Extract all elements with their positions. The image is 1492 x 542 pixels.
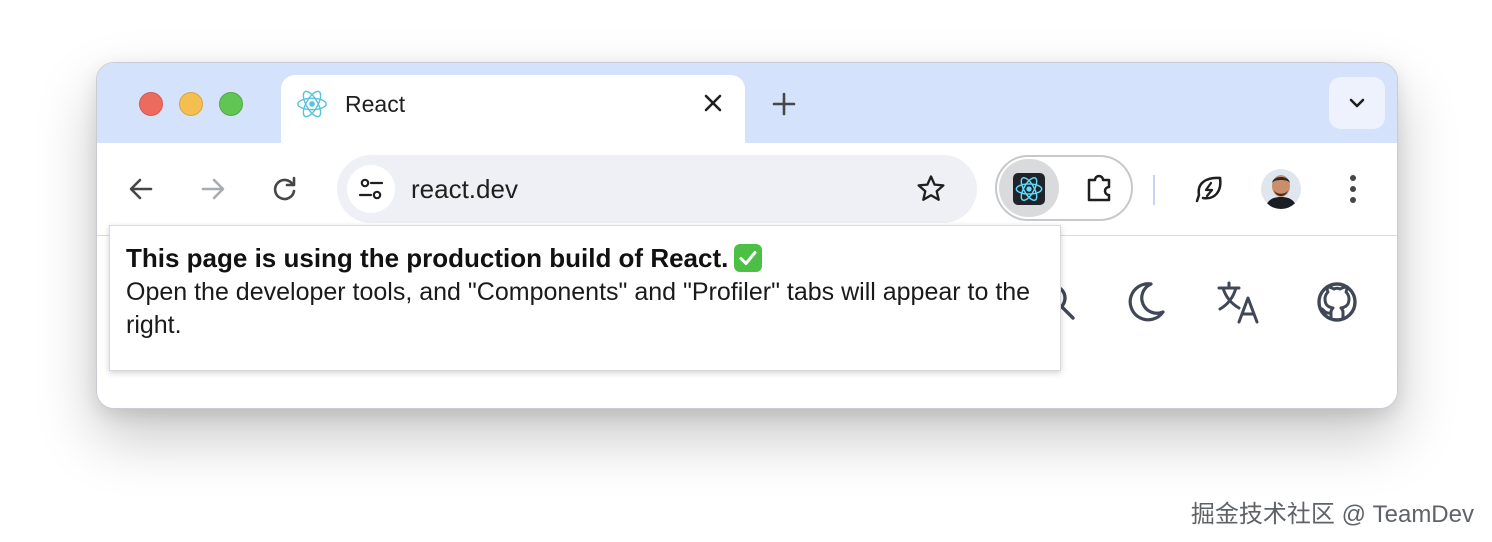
minimize-window-button[interactable] (179, 92, 203, 116)
reload-icon[interactable] (269, 173, 301, 205)
address-bar[interactable]: react.dev (337, 155, 977, 223)
react-devtools-icon (1013, 173, 1045, 205)
close-icon[interactable] (699, 89, 727, 117)
toolbar-divider (1153, 175, 1155, 205)
arrow-left-icon[interactable] (125, 173, 157, 205)
site-info-button[interactable] (347, 165, 395, 213)
tab-search-button[interactable] (1329, 77, 1385, 129)
extensions-group (995, 155, 1133, 221)
plus-icon[interactable] (769, 89, 799, 119)
popup-body: Open the developer tools, and "Component… (126, 278, 1031, 339)
star-icon[interactable] (915, 173, 947, 205)
avatar[interactable] (1261, 169, 1301, 209)
browser-window: React react.dev This page is using the p… (96, 62, 1398, 409)
url-text[interactable]: react.dev (411, 174, 518, 205)
moon-icon[interactable] (1121, 278, 1169, 326)
extension-popup: This page is using the production build … (109, 225, 1061, 371)
lightning-leaf-icon[interactable] (1191, 171, 1227, 207)
tab-react[interactable]: React (281, 75, 745, 145)
browser-toolbar: react.dev (97, 143, 1397, 236)
maximize-window-button[interactable] (219, 92, 243, 116)
watermark: 掘金技术社区 @ TeamDev (1190, 501, 1474, 528)
popup-title: This page is using the production build … (126, 242, 1044, 274)
puzzle-icon[interactable] (1083, 171, 1117, 205)
github-icon[interactable] (1313, 278, 1361, 326)
kebab-menu-icon[interactable] (1337, 171, 1369, 207)
close-window-button[interactable] (139, 92, 163, 116)
translate-icon[interactable] (1215, 278, 1263, 326)
react-devtools-button[interactable] (999, 159, 1059, 217)
tab-strip: React (97, 63, 1397, 145)
popup-title-text: This page is using the production build … (126, 243, 729, 273)
checkmark-icon (734, 244, 763, 272)
tune-icon (358, 178, 384, 200)
chevron-down-icon (1349, 98, 1365, 108)
tab-title: React (345, 91, 406, 117)
arrow-right-icon[interactable] (197, 173, 229, 205)
react-logo-icon (297, 90, 327, 118)
